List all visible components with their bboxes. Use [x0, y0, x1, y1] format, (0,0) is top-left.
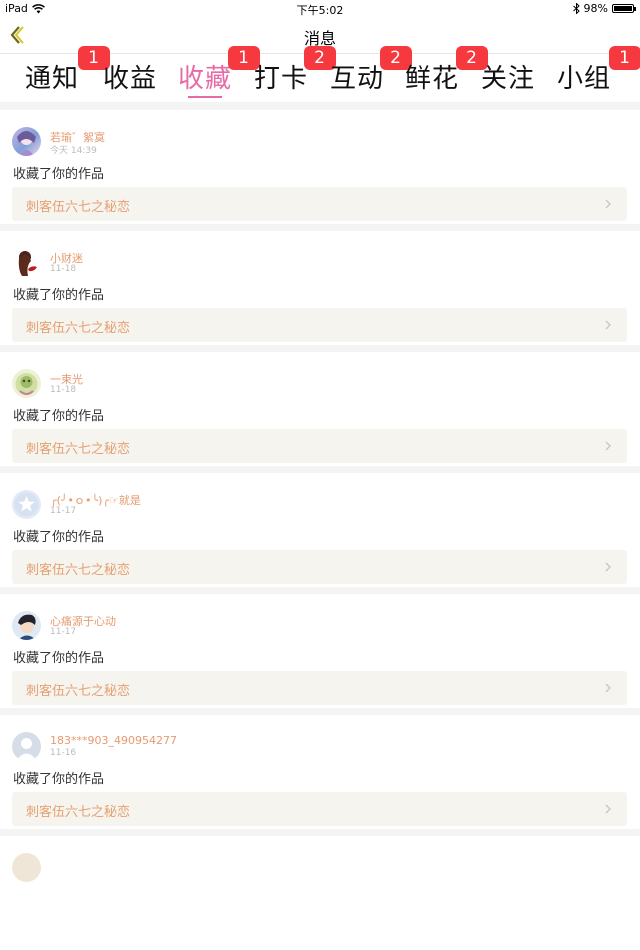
tab-label: 鲜花 — [405, 64, 460, 94]
action-text: 收藏了你的作品 — [13, 167, 105, 182]
battery-icon — [612, 4, 636, 13]
timestamp: 11-18 — [50, 264, 77, 274]
unread-badge: 1 — [609, 46, 640, 70]
tab-label: 小组 — [557, 64, 612, 94]
work-title: 刺客伍六七之秘恋 — [26, 442, 131, 457]
work-title: 刺客伍六七之秘恋 — [26, 563, 131, 578]
work-link[interactable]: 刺客伍六七之秘恋 — [12, 671, 627, 705]
avatar[interactable] — [12, 127, 41, 156]
battery-percent: 98% — [583, 2, 608, 15]
chevron-right-icon — [605, 320, 611, 330]
status-time: 下午5:02 — [296, 4, 344, 17]
work-link[interactable]: 刺客伍六七之秘恋 — [12, 550, 627, 584]
chevron-right-icon — [605, 562, 611, 572]
avatar[interactable] — [12, 248, 41, 277]
timestamp: 11-18 — [50, 385, 77, 395]
work-link[interactable]: 刺客伍六七之秘恋 — [12, 792, 627, 826]
tab-bar: 通知 1 收益 收藏 1 打卡 2 互动 2 鲜花 2 关注 小组 1 — [0, 46, 640, 102]
action-text: 收藏了你的作品 — [13, 409, 105, 424]
notification-card: 小财迷 11-18 收藏了你的作品 刺客伍六七之秘恋 — [0, 231, 640, 345]
work-title: 刺客伍六七之秘恋 — [26, 200, 131, 215]
battery-fill — [614, 6, 632, 11]
tab-label: 收藏 — [178, 64, 233, 94]
anime-avatar-icon — [17, 131, 36, 156]
chevron-right-icon — [605, 683, 611, 693]
tab-group[interactable]: 小组 1 — [557, 46, 640, 98]
tab-flowers[interactable]: 鲜花 2 — [405, 46, 488, 98]
work-title: 刺客伍六七之秘恋 — [26, 805, 131, 820]
tab-earnings[interactable]: 收益 — [103, 58, 157, 98]
action-text: 收藏了你的作品 — [13, 772, 105, 787]
notification-card: 183***903_490954277 11-16 收藏了你的作品 刺客伍六七之… — [0, 715, 640, 829]
avatar[interactable] — [12, 490, 41, 519]
tab-checkin[interactable]: 打卡 2 — [254, 46, 336, 98]
chevron-right-icon — [605, 199, 611, 209]
timestamp: 11-17 — [50, 506, 77, 516]
active-tab-indicator — [188, 96, 223, 98]
tab-follow[interactable]: 关注 — [481, 58, 535, 98]
notification-card: 心痛源于心动 11-17 收藏了你的作品 刺客伍六七之秘恋 — [0, 594, 640, 708]
notification-card: 一束光 11-18 收藏了你的作品 刺客伍六七之秘恋 — [0, 352, 640, 466]
bluetooth-icon — [572, 3, 580, 14]
tab-favorites[interactable]: 收藏 1 — [178, 46, 260, 98]
avatar[interactable] — [12, 732, 41, 761]
chevron-right-icon — [605, 804, 611, 814]
flower-avatar-icon — [15, 373, 38, 395]
status-bar: iPad 下午5:02 98% — [0, 0, 640, 17]
tab-interaction[interactable]: 互动 2 — [330, 46, 412, 98]
timestamp: 11-17 — [50, 627, 77, 637]
tab-notice[interactable]: 通知 1 — [25, 46, 110, 98]
avatar[interactable] — [12, 611, 41, 640]
work-link[interactable]: 刺客伍六七之秘恋 — [12, 187, 627, 221]
username[interactable]: 183***903_490954277 — [50, 734, 177, 747]
avatar[interactable] — [12, 369, 41, 398]
action-text: 收藏了你的作品 — [13, 651, 105, 666]
work-link[interactable]: 刺客伍六七之秘恋 — [12, 308, 627, 342]
timestamp: 11-16 — [50, 748, 77, 758]
notification-card-partial — [0, 836, 640, 950]
tab-label: 打卡 — [254, 64, 309, 94]
boy-avatar-icon — [18, 614, 36, 640]
work-title: 刺客伍六七之秘恋 — [26, 321, 131, 336]
avatar[interactable] — [12, 853, 41, 882]
notification-card: ╭(╯•ｏ•╰)╭☞就是 11-17 收藏了你的作品 刺客伍六七之秘恋 — [0, 473, 640, 587]
chevron-right-icon — [605, 441, 611, 451]
default-avatar-icon — [16, 738, 37, 761]
tab-label: 收益 — [103, 64, 158, 94]
timestamp: 今天 14:39 — [50, 146, 97, 156]
work-link[interactable]: 刺客伍六七之秘恋 — [12, 429, 627, 463]
action-text: 收藏了你的作品 — [13, 288, 105, 303]
work-title: 刺客伍六七之秘恋 — [26, 684, 131, 699]
action-text: 收藏了你的作品 — [13, 530, 105, 545]
tab-label: 互动 — [330, 64, 385, 94]
figure-avatar-icon — [18, 251, 37, 276]
star-avatar-icon — [14, 492, 39, 517]
notification-card: 若瑜゛絮寞 今天 14:39 收藏了你的作品 刺客伍六七之秘恋 — [0, 110, 640, 224]
tab-label: 通知 — [25, 64, 80, 94]
tab-label: 关注 — [481, 64, 536, 94]
